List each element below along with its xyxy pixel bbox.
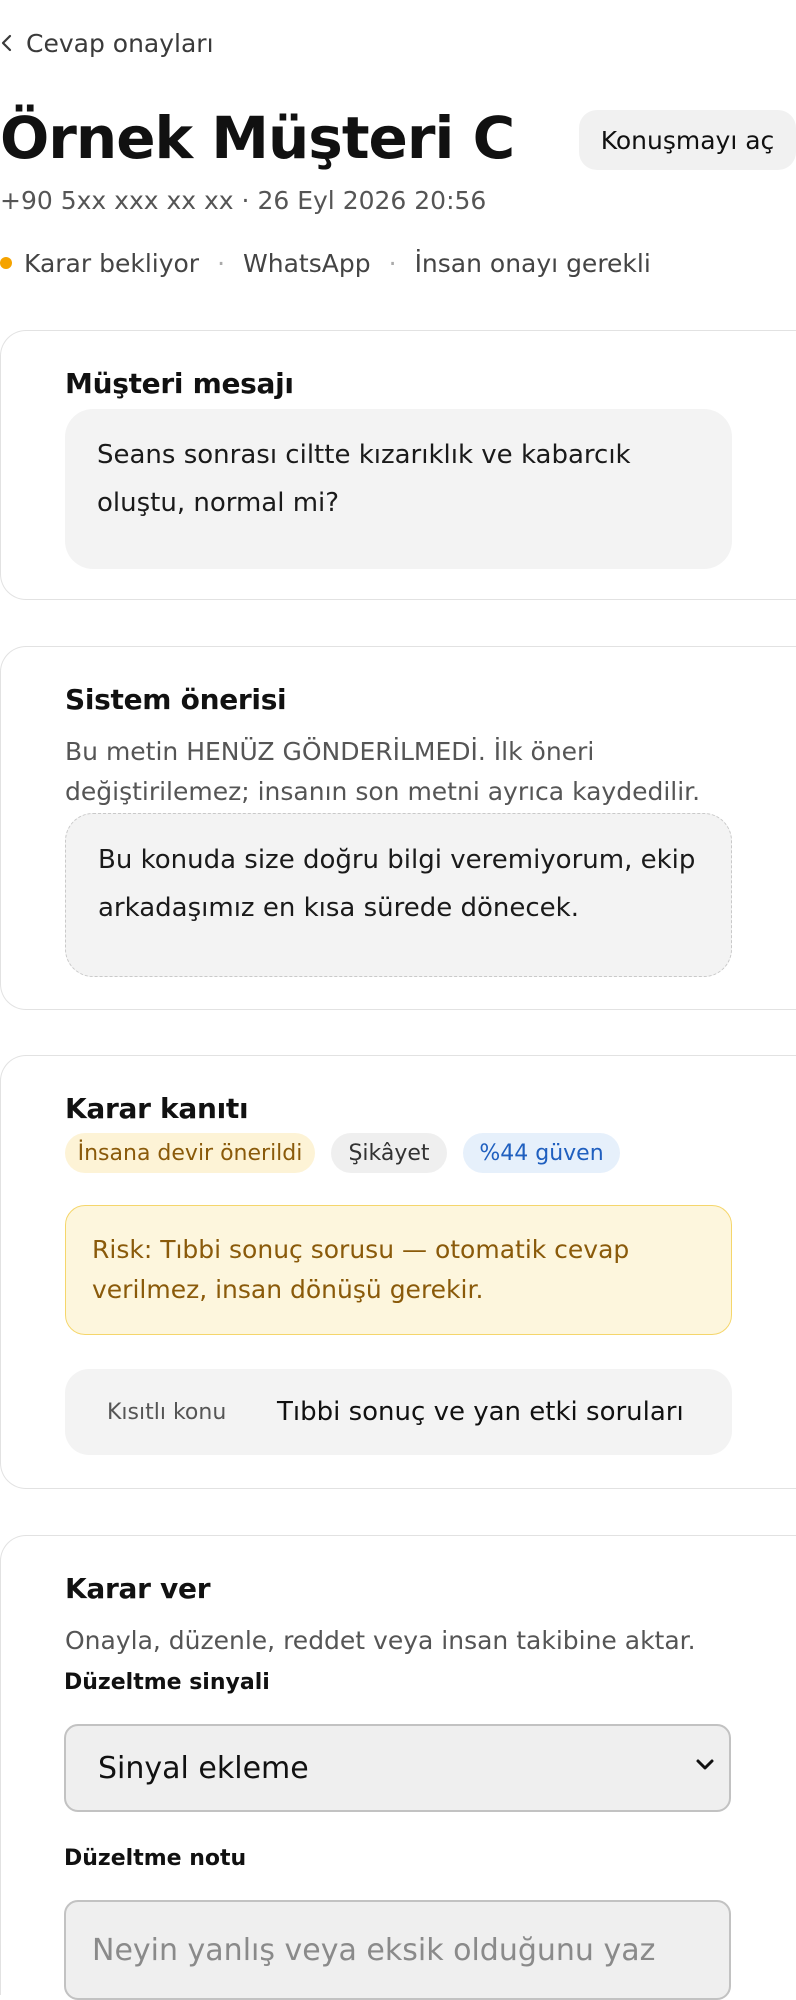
decision-evidence-card: Karar kanıtı İnsana devir önerildi Şikây… bbox=[0, 1055, 796, 1489]
customer-message-title: Müşteri mesajı bbox=[65, 367, 294, 400]
category-badge: Şikâyet bbox=[331, 1133, 447, 1173]
customer-message-text: Seans sonrası ciltte kızarıklık ve kabar… bbox=[97, 440, 631, 518]
restricted-topic-row: Kısıtlı konu Tıbbi sonuç ve yan etki sor… bbox=[65, 1369, 732, 1455]
channel-text: WhatsApp bbox=[243, 248, 371, 278]
decide-description: Onayla, düzenle, reddet veya insan takib… bbox=[65, 1626, 696, 1655]
back-link-label: Cevap onayları bbox=[26, 28, 214, 58]
system-suggestion-description: Bu metin HENÜZ GÖNDERİLMEDİ. İlk öneri d… bbox=[65, 737, 701, 806]
confidence-badge: %44 güven bbox=[463, 1133, 620, 1173]
open-conversation-button[interactable]: Konuşmayı aç bbox=[579, 110, 796, 170]
note-field-label: Düzeltme notu bbox=[64, 1846, 247, 1871]
page-title: Örnek Müşteri C bbox=[0, 104, 515, 172]
risk-alert: Risk: Tıbbi sonuç sorusu — otomatik ceva… bbox=[65, 1205, 732, 1335]
decide-title: Karar ver bbox=[65, 1572, 211, 1605]
suggested-reply-box: Bu konuda size doğru bilgi veremiyorum, … bbox=[65, 813, 732, 977]
handover-badge: İnsana devir önerildi bbox=[65, 1133, 315, 1173]
status-row: Karar bekliyor · WhatsApp · İnsan onayı … bbox=[0, 246, 651, 280]
suggested-reply-text: Bu konuda size doğru bilgi veremiyorum, … bbox=[98, 845, 696, 923]
separator: · bbox=[388, 248, 397, 278]
note-input[interactable] bbox=[64, 1900, 731, 2000]
status-text: Karar bekliyor bbox=[24, 248, 200, 278]
status-dot-icon bbox=[0, 257, 12, 269]
chevron-left-icon bbox=[1, 34, 12, 52]
separator: · bbox=[217, 248, 226, 278]
contact-subtitle: +90 5xx xxx xx xx · 26 Eyl 2026 20:56 bbox=[0, 186, 487, 215]
risk-alert-text: Risk: Tıbbi sonuç sorusu — otomatik ceva… bbox=[92, 1235, 630, 1304]
signal-select-value: Sinyal ekleme bbox=[98, 1750, 309, 1786]
back-link[interactable]: Cevap onayları bbox=[0, 26, 214, 60]
requirement-text: İnsan onayı gerekli bbox=[414, 248, 651, 278]
signal-field-label: Düzeltme sinyali bbox=[64, 1670, 270, 1695]
restricted-topic-label: Kısıtlı konu bbox=[107, 1399, 227, 1425]
customer-message-bubble: Seans sonrası ciltte kızarıklık ve kabar… bbox=[65, 409, 732, 569]
chevron-down-icon bbox=[696, 1759, 714, 1770]
restricted-topic-value: Tıbbi sonuç ve yan etki soruları bbox=[277, 1397, 684, 1427]
customer-message-card: Müşteri mesajı Seans sonrası ciltte kıza… bbox=[0, 330, 796, 600]
decision-evidence-title: Karar kanıtı bbox=[65, 1092, 249, 1125]
system-suggestion-title: Sistem önerisi bbox=[65, 683, 287, 716]
signal-select[interactable]: Sinyal ekleme bbox=[64, 1724, 731, 1812]
system-suggestion-card: Sistem önerisi Bu metin HENÜZ GÖNDERİLME… bbox=[0, 646, 796, 1010]
